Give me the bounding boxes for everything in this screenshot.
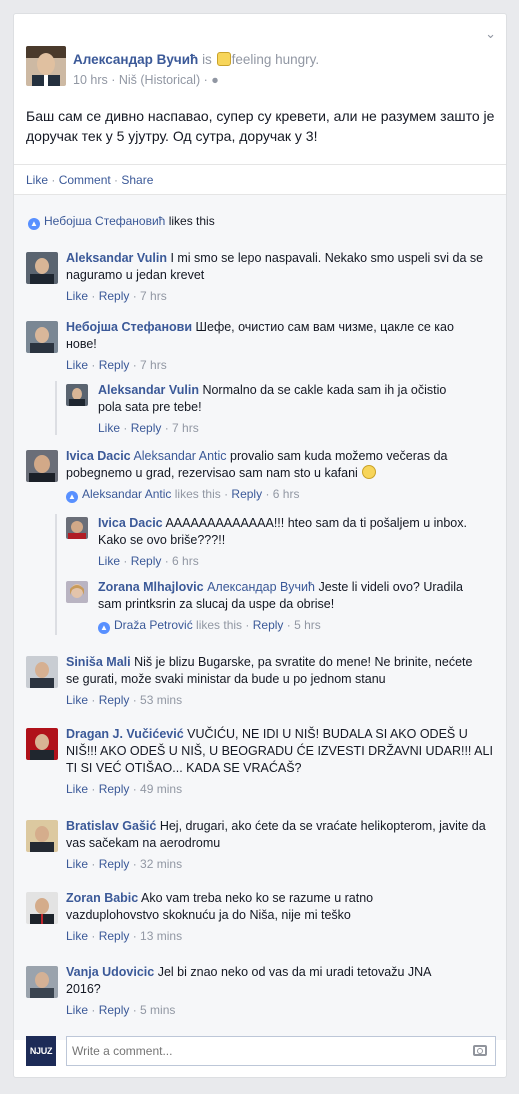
comment-time[interactable]: 7 hrs (140, 289, 167, 303)
comment-time[interactable]: 6 hrs (172, 554, 199, 568)
camera-icon[interactable] (473, 1045, 487, 1056)
globe-icon: ● (211, 73, 219, 87)
viewer-avatar[interactable]: NJUZ (26, 1036, 56, 1066)
comment-author[interactable]: Aleksandar Vulin (98, 383, 199, 397)
thumbs-up-icon: ▲ (28, 218, 40, 230)
avatar[interactable] (26, 656, 58, 688)
feeling-hungry-icon (216, 52, 231, 66)
comment-time[interactable]: 7 hrs (140, 358, 167, 372)
comment-like-link[interactable]: Like (66, 929, 88, 943)
comment-author[interactable]: Zorana Mlhajlovic (98, 580, 204, 594)
comment-author[interactable]: Siniša Mali (66, 655, 131, 669)
comment-reply-link[interactable]: Reply (231, 487, 262, 501)
comment-time[interactable]: 7 hrs (172, 421, 199, 435)
comment-author[interactable]: Aleksandar Vulin (66, 251, 167, 265)
comment-time[interactable]: 5 hrs (294, 618, 321, 632)
comment-reply-link[interactable]: Reply (99, 693, 130, 707)
likes-summary: ▲ Небојша Стефановић likes this (14, 194, 506, 250)
comment-reply-link[interactable]: Reply (253, 618, 284, 632)
divider (14, 164, 506, 165)
post-text: Баш сам се дивно наспавао, супер су крев… (26, 108, 495, 144)
post-author-line: Александар Вучић is feeling hungry. (73, 52, 319, 67)
comment-like-link[interactable]: Like (66, 289, 88, 303)
comment-like-link[interactable]: Like (66, 782, 88, 796)
comment-author[interactable]: Ivica Dacic (98, 516, 163, 530)
comment-author[interactable]: Bratislav Gašić (66, 819, 156, 833)
smiley-icon (362, 465, 377, 479)
avatar[interactable] (66, 517, 88, 539)
liker-name[interactable]: Aleksandar Antic (82, 487, 171, 501)
divider (14, 194, 506, 195)
comment-author[interactable]: Zoran Babic (66, 891, 138, 905)
comment-reply-link[interactable]: Reply (99, 929, 130, 943)
comment-input-box (66, 1036, 496, 1066)
comment-like-link[interactable]: Like (66, 693, 88, 707)
post-author-name[interactable]: Александар Вучић (73, 52, 198, 67)
avatar[interactable] (26, 820, 58, 852)
likes-this-text: likes this (174, 487, 221, 501)
avatar[interactable] (26, 450, 58, 482)
comment-reply-link[interactable]: Reply (99, 358, 130, 372)
likes-this-text: likes this (196, 618, 243, 632)
avatar[interactable] (26, 252, 58, 284)
comment-author[interactable]: Небојша Стефанови (66, 320, 192, 334)
comment-time[interactable]: 6 hrs (273, 487, 300, 501)
comment-like-link[interactable]: Like (66, 358, 88, 372)
comment-time[interactable]: 53 mins (140, 693, 182, 707)
chevron-down-icon[interactable]: ⌄ (485, 26, 496, 42)
comment-author[interactable]: Dragan J. Vučićević (66, 727, 184, 741)
comment-author[interactable]: Ivica Dacic (66, 449, 131, 463)
author-avatar[interactable] (26, 46, 66, 86)
feeling-text: feeling hungry. (231, 52, 320, 67)
avatar[interactable] (26, 728, 58, 760)
comment-like-link[interactable]: Like (98, 554, 120, 568)
comment-like-link[interactable]: Like (98, 421, 120, 435)
comment-button[interactable]: Comment (59, 173, 111, 187)
post-location[interactable]: Niš (Historical) (119, 73, 200, 87)
post-card: ⌄ Александар Вучић is feeling hungry. 10… (13, 13, 507, 1078)
comment-like-link[interactable]: Like (66, 857, 88, 871)
liker-name[interactable]: Draža Petrović (114, 618, 193, 632)
tagged-person[interactable]: Aleksandar Antic (133, 449, 226, 463)
reply-thread-line (55, 381, 57, 435)
post-time[interactable]: 10 hrs (73, 73, 108, 87)
thumbs-up-icon: ▲ (66, 491, 78, 503)
avatar[interactable] (26, 321, 58, 353)
is-word: is (202, 52, 212, 67)
comment-input[interactable] (67, 1037, 457, 1065)
comment-reply-link[interactable]: Reply (99, 1003, 130, 1017)
like-button[interactable]: Like (26, 173, 48, 187)
avatar[interactable] (66, 581, 88, 603)
post-actions: Like · Comment · Share (26, 173, 154, 187)
thumbs-up-icon: ▲ (98, 622, 110, 634)
comment-author[interactable]: Vanja Udovicic (66, 965, 154, 979)
comment-reply-link[interactable]: Reply (99, 857, 130, 871)
likes-suffix: likes this (165, 214, 215, 228)
avatar[interactable] (66, 384, 88, 406)
comment-time[interactable]: 13 mins (140, 929, 182, 943)
comment-reply-link[interactable]: Reply (99, 289, 130, 303)
share-button[interactable]: Share (121, 173, 153, 187)
tagged-person[interactable]: Александар Вучић (207, 580, 315, 594)
avatar[interactable] (26, 966, 58, 998)
comment-reply-link[interactable]: Reply (99, 782, 130, 796)
comment-time[interactable]: 32 mins (140, 857, 182, 871)
comment-like-link[interactable]: Like (66, 1003, 88, 1017)
comment-time[interactable]: 49 mins (140, 782, 182, 796)
avatar[interactable] (26, 892, 58, 924)
reply-thread-line (55, 514, 57, 635)
comment-reply-link[interactable]: Reply (131, 421, 162, 435)
comment-reply-link[interactable]: Reply (131, 554, 162, 568)
liker-name[interactable]: Небојша Стефановић (44, 214, 165, 228)
comment-time[interactable]: 5 mins (140, 1003, 175, 1017)
post-meta: 10 hrs · Niš (Historical) · ● (73, 73, 219, 87)
